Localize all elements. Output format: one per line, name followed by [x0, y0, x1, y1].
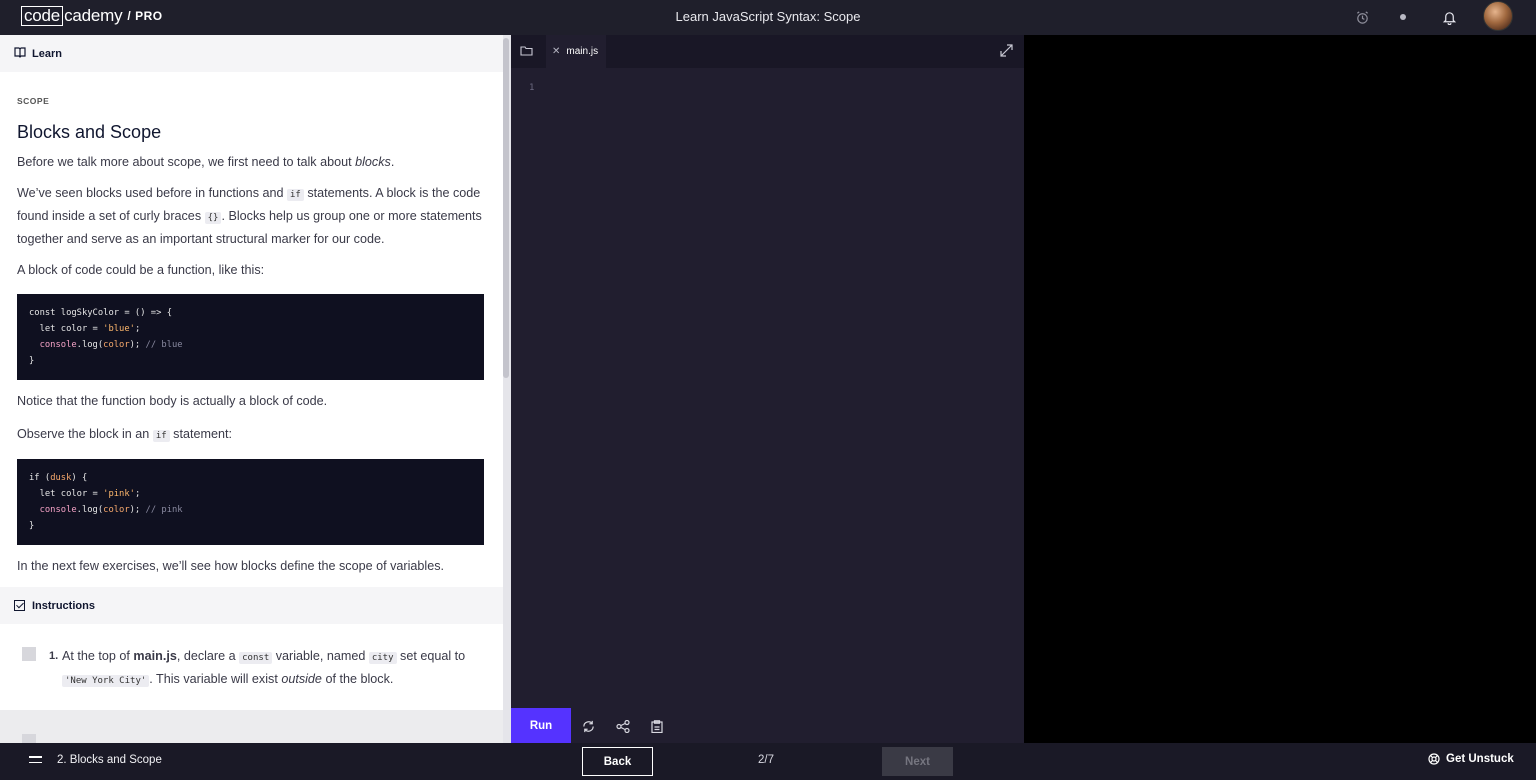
refresh-icon[interactable]: [580, 718, 596, 734]
alarm-icon[interactable]: [1353, 8, 1371, 26]
progress-indicator: 2/7: [758, 754, 774, 766]
inline-code: if: [287, 189, 304, 201]
lesson-paragraph: In the next few exercises, we’ll see how…: [17, 559, 445, 573]
lesson-paragraph: Notice that the function body is actuall…: [17, 394, 328, 408]
lifebuoy-icon: [1428, 753, 1440, 765]
learn-header-label: Learn: [32, 47, 62, 60]
lesson-paragraph: We’ve seen blocks used before in functio…: [17, 186, 482, 246]
learn-panel: Learn SCOPE Blocks and Scope Before we t…: [0, 35, 503, 743]
back-button[interactable]: Back: [582, 747, 653, 776]
bell-icon[interactable]: [1440, 8, 1458, 26]
share-icon[interactable]: [615, 718, 631, 734]
instructions-header-label: Instructions: [32, 599, 95, 612]
inline-code: if: [152, 430, 170, 442]
code-block: if (dusk) { let color = 'pink'; console.…: [17, 459, 484, 545]
learn-scroll-thumb[interactable]: [503, 38, 509, 378]
lesson-heading: Blocks and Scope: [17, 122, 162, 142]
top-bar: code cademy / PRO Learn JavaScript Synta…: [0, 0, 1536, 35]
footer-bar: 2. Blocks and Scope Back 2/7 Next Get Un…: [0, 743, 1536, 780]
task-text: At the top of main.js, declare a const v…: [62, 649, 466, 687]
lesson-kicker: SCOPE: [17, 96, 50, 106]
book-icon: [14, 46, 26, 61]
get-unstuck-button[interactable]: Get Unstuck: [1428, 753, 1514, 765]
instruction-task: 1. At the top of main.js, declare a cons…: [0, 646, 503, 692]
lesson-content: SCOPE Blocks and Scope Before we talk mo…: [0, 72, 503, 577]
expand-icon[interactable]: [1000, 44, 1013, 62]
menu-icon[interactable]: [29, 756, 42, 767]
editor-tab-bar: ✕ main.js: [511, 35, 1024, 68]
inline-code: {}: [204, 212, 222, 224]
next-button[interactable]: Next: [882, 747, 953, 776]
learn-header: Learn: [0, 35, 503, 72]
instruction-task-locked: [0, 710, 503, 743]
task-number: 1.: [49, 650, 59, 662]
run-button[interactable]: Run: [511, 708, 571, 743]
avatar[interactable]: [1483, 1, 1513, 31]
line-number: 1: [529, 83, 535, 93]
lesson-paragraph: A block of code could be a function, lik…: [17, 263, 265, 277]
output-panel: [1024, 35, 1536, 743]
page-title: Learn JavaScript Syntax: Scope: [675, 9, 861, 24]
lesson-paragraph: Before we talk more about scope, we firs…: [17, 155, 395, 169]
task-checkbox[interactable]: [22, 647, 36, 661]
file-tab-main-js[interactable]: ✕ main.js: [546, 35, 607, 68]
code-block: const logSkyColor = () => { let color = …: [17, 294, 484, 380]
clipboard-icon[interactable]: [649, 718, 665, 734]
file-tab-label: main.js: [566, 46, 599, 57]
editor-toolbar: Run: [511, 708, 1024, 743]
theme-dot-icon[interactable]: [1394, 8, 1412, 26]
instructions-header: Instructions: [0, 587, 503, 624]
get-unstuck-label: Get Unstuck: [1446, 753, 1514, 765]
task-checkbox[interactable]: [22, 734, 36, 743]
close-icon[interactable]: ✕: [552, 46, 560, 57]
folder-icon[interactable]: [520, 44, 533, 62]
checkbox-icon: [14, 600, 25, 611]
lesson-paragraph: Observe the block in an if statement:: [17, 427, 232, 442]
code-editor[interactable]: ✕ main.js 1: [511, 35, 1024, 708]
lesson-menu-label[interactable]: 2. Blocks and Scope: [57, 754, 162, 766]
